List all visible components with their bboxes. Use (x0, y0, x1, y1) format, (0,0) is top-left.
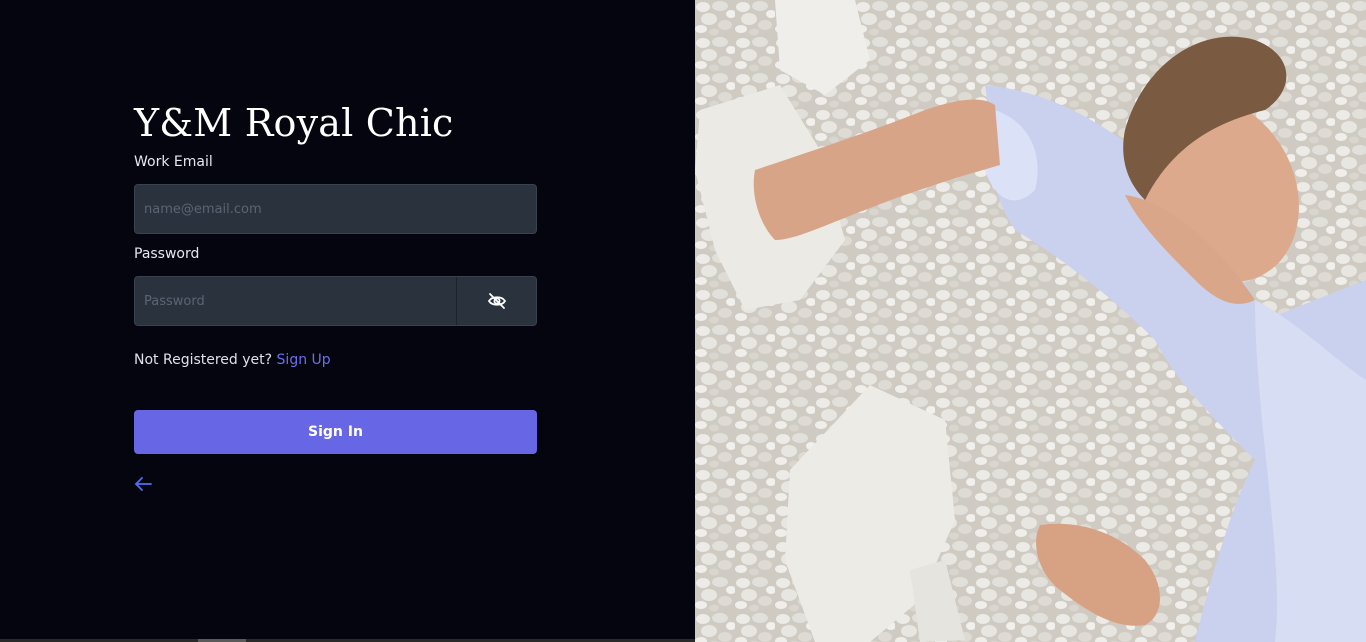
password-input[interactable] (135, 277, 456, 325)
signup-link[interactable]: Sign Up (277, 352, 331, 368)
password-label: Password (134, 246, 200, 262)
eye-off-icon (487, 293, 506, 309)
brand-title: Y&M Royal Chic (134, 101, 454, 145)
hero-image (695, 0, 1366, 642)
password-field-wrapper (134, 276, 537, 326)
signin-button[interactable]: Sign In (134, 410, 537, 454)
toggle-password-button[interactable] (456, 277, 536, 325)
back-button[interactable] (134, 474, 156, 494)
login-panel: Y&M Royal Chic Work Email Password Not R… (0, 0, 695, 642)
email-label: Work Email (134, 154, 213, 170)
login-form: Y&M Royal Chic Work Email Password Not R… (134, 100, 537, 494)
email-input[interactable] (135, 185, 536, 233)
login-page: Y&M Royal Chic Work Email Password Not R… (0, 0, 1366, 642)
fashion-photo (695, 0, 1366, 642)
email-field-wrapper (134, 184, 537, 234)
signup-prompt: Not Registered yet? (134, 352, 273, 368)
signup-row: Not Registered yet? Sign Up (134, 350, 537, 370)
arrow-left-icon (135, 477, 152, 491)
